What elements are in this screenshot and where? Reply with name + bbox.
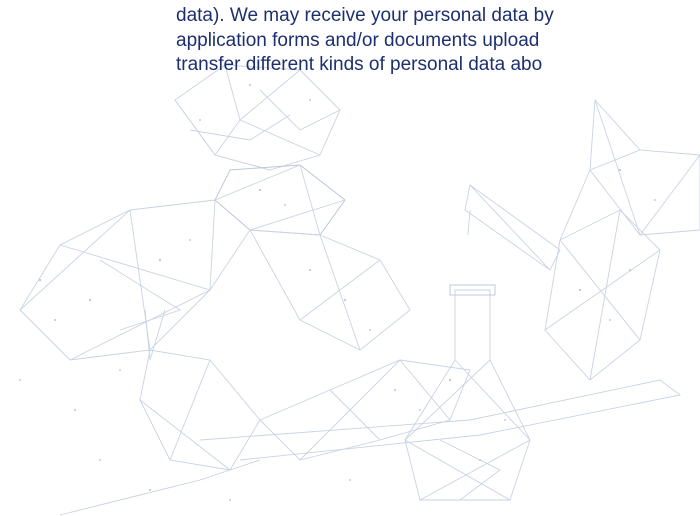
privacy-section: data). We may receive your personal data…	[0, 0, 700, 516]
privacy-text-line-3: transfer different kinds of personal dat…	[176, 54, 543, 75]
privacy-text-line-1: data). We may receive your personal data…	[176, 5, 554, 26]
scientist-lab-mesh-illustration-icon	[0, 60, 700, 516]
privacy-text-block: data). We may receive your personal data…	[176, 4, 700, 78]
privacy-text-line-2: application forms and/or documents uploa…	[176, 29, 540, 51]
